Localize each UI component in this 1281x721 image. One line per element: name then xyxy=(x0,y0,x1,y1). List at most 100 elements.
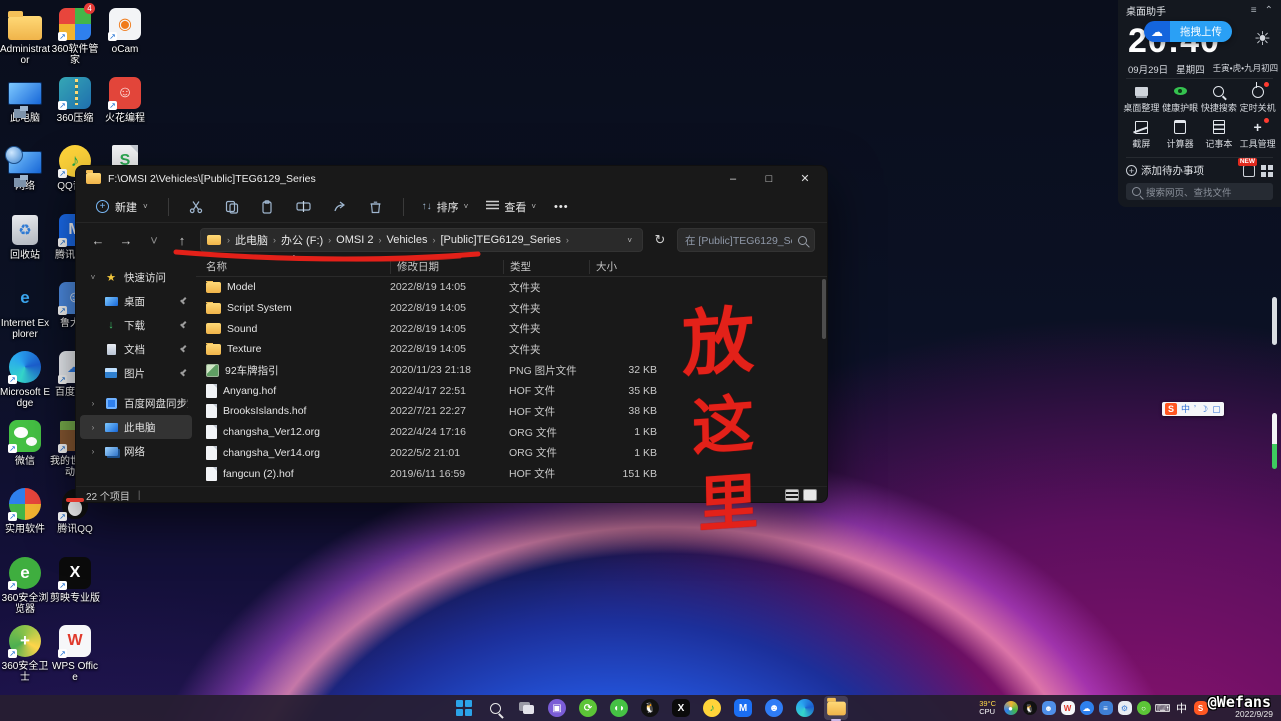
share-button[interactable] xyxy=(325,195,355,219)
column-header-size[interactable]: 大小 xyxy=(589,260,651,274)
assistant-tool-notepad[interactable]: 记事本 xyxy=(1200,120,1239,150)
sort-button[interactable]: ↑↓ 排序 ˅ xyxy=(416,195,475,219)
rename-button[interactable] xyxy=(289,195,319,219)
search-input[interactable]: 在 [Public]TEG6129_Serie... xyxy=(677,228,815,252)
desktop-icon-360-browser[interactable]: e↗360安全浏览器 xyxy=(0,555,50,615)
tray-baidu-cloud[interactable]: ☁ xyxy=(1079,701,1094,716)
ime-mode-icon[interactable]: ʼ xyxy=(1194,403,1196,415)
edge-slider[interactable] xyxy=(1272,297,1277,345)
taskbar-tencent-meeting[interactable]: M xyxy=(731,696,755,720)
drag-upload-button[interactable]: ☁ 拖拽上传 xyxy=(1144,21,1232,42)
assistant-search-input[interactable]: 搜索网页、查找文件 xyxy=(1126,183,1273,200)
tray-sleep-face[interactable]: ☻ xyxy=(1041,701,1056,716)
large-icons-view-button[interactable] xyxy=(803,489,817,501)
assistant-tool-eye-care[interactable]: 健康护眼 xyxy=(1161,84,1200,114)
tray-photo-gear[interactable]: ⚙ xyxy=(1117,701,1132,716)
taskbar-meeting-cam[interactable]: ▣ xyxy=(545,696,569,720)
assistant-tool-quick-search[interactable]: 快捷搜索 xyxy=(1200,84,1239,114)
taskbar-qq[interactable]: 🐧 xyxy=(638,696,662,720)
desktop-icon-recycle-bin[interactable]: ♻回收站 xyxy=(0,212,50,261)
file-row[interactable]: fangcun (2).hof2019/6/11 16:59HOF 文件151 … xyxy=(196,463,827,484)
tray-sphere[interactable]: ● xyxy=(1003,701,1018,716)
collapse-icon[interactable]: ⌃ xyxy=(1265,5,1273,16)
assistant-tool-tool-manage[interactable]: +工具管理 xyxy=(1238,120,1277,150)
chevron-right-icon[interactable]: › xyxy=(88,423,98,432)
desktop-icon-microsoft-edge[interactable]: ↗Microsoft Edge xyxy=(0,349,50,409)
tray-sogou-tray[interactable]: S xyxy=(1193,701,1208,716)
desktop-icon-this-pc[interactable]: 此电脑 xyxy=(0,75,50,124)
nav-item-documents[interactable]: 文档 xyxy=(80,337,192,361)
assistant-tool-calculator[interactable]: 计算器 xyxy=(1161,120,1200,150)
cut-button[interactable] xyxy=(181,195,211,219)
desktop-icon-useful-soft[interactable]: ↗实用软件 xyxy=(0,486,50,535)
tray-docs[interactable]: ≡ xyxy=(1098,701,1113,716)
cpu-temp-widget[interactable]: 39°C CPU xyxy=(979,700,996,716)
nav-item-this-pc[interactable]: ›此电脑 xyxy=(80,415,192,439)
taskbar-start[interactable] xyxy=(452,696,476,720)
close-button[interactable]: ✕ xyxy=(787,168,823,190)
nav-item-baidu-sync[interactable]: ›百度网盘同步空间 xyxy=(80,391,192,415)
tray-touch-keyboard[interactable]: ⌨ xyxy=(1155,701,1170,716)
ime-mode-icon[interactable]: ▢ xyxy=(1212,403,1221,415)
file-row[interactable]: BrooksIslands.hof2022/7/21 22:27HOF 文件38… xyxy=(196,401,827,422)
menu-icon[interactable]: ≡ xyxy=(1251,5,1257,16)
desktop-icon-360-safe[interactable]: +↗360安全卫士 xyxy=(0,623,50,683)
desktop-icon-administrator[interactable]: Administrator xyxy=(0,6,50,66)
nav-item-desktop[interactable]: 桌面 xyxy=(80,289,192,313)
delete-button[interactable] xyxy=(361,195,391,219)
desktop-icon-internet-explorer[interactable]: eInternet Explorer xyxy=(0,280,50,340)
column-header-date[interactable]: 修改日期 xyxy=(390,260,503,274)
refresh-button[interactable]: ↻ xyxy=(651,232,669,248)
breadcrumb-item[interactable]: 此电脑 xyxy=(231,230,272,250)
details-view-button[interactable] xyxy=(785,489,799,501)
column-header-type[interactable]: 类型 xyxy=(503,260,589,274)
desktop-icon-360-manager[interactable]: ↗4360软件管家 xyxy=(50,6,100,66)
file-row[interactable]: changsha_Ver14.org2022/5/2 21:01ORG 文件1 … xyxy=(196,443,827,464)
minimize-button[interactable]: – xyxy=(715,168,751,190)
desktop-icon-wps-office[interactable]: W↗WPS Office xyxy=(50,623,100,683)
desktop-icon-wechat[interactable]: ↗微信 xyxy=(0,418,50,467)
taskbar-explorer[interactable] xyxy=(824,696,848,720)
title-bar[interactable]: F:\OMSI 2\Vehicles\[Public]TEG6129_Serie… xyxy=(76,166,827,191)
tray-wps-tray[interactable]: W xyxy=(1060,701,1075,716)
breadcrumb-item[interactable]: Vehicles xyxy=(382,232,431,248)
taskbar-capcut[interactable]: X xyxy=(669,696,693,720)
file-row[interactable]: Model2022/8/19 14:05文件夹 xyxy=(196,277,827,298)
taskbar-edge[interactable] xyxy=(793,696,817,720)
tray-360-tray[interactable]: ○ xyxy=(1136,701,1151,716)
desktop-icon-network[interactable]: 网络 xyxy=(0,143,50,192)
file-row[interactable]: Sound2022/8/19 14:05文件夹 xyxy=(196,318,827,339)
view-button[interactable]: 查看 ˅ xyxy=(480,195,542,219)
panel-grid-icon[interactable] xyxy=(1261,165,1273,177)
assistant-tool-screenshot[interactable]: 截屏 xyxy=(1122,120,1161,150)
more-button[interactable]: ••• xyxy=(548,197,575,217)
weather-sun-icon[interactable]: ☀ xyxy=(1254,28,1271,51)
desktop-icon-360-zip[interactable]: ↗360压缩 xyxy=(50,75,100,124)
desktop-icon-capcut[interactable]: X↗剪映专业版 xyxy=(50,555,100,604)
ime-mode-icon[interactable]: 中 xyxy=(1181,403,1190,415)
tray-qq-tray[interactable]: 🐧 xyxy=(1022,701,1037,716)
file-row[interactable]: Anyang.hof2022/4/17 22:51HOF 文件35 KB xyxy=(196,380,827,401)
ime-mode-icon[interactable]: ☽ xyxy=(1200,403,1208,415)
ime-toolbar[interactable]: S 中ʼ☽▢ xyxy=(1162,402,1224,416)
tray-ime-zh[interactable]: 中 xyxy=(1174,701,1189,716)
back-button[interactable]: ← xyxy=(88,233,108,248)
chevron-right-icon[interactable]: › xyxy=(88,399,98,408)
taskbar-360-safe[interactable]: ⟳ xyxy=(576,696,600,720)
recent-locations-button[interactable]: ˅ xyxy=(144,233,164,248)
taskbar-search[interactable] xyxy=(483,696,507,720)
file-row[interactable]: Script System2022/8/19 14:05文件夹 xyxy=(196,298,827,319)
todo-note-icon[interactable]: NEW xyxy=(1243,165,1255,177)
taskbar-task-view[interactable] xyxy=(514,696,538,720)
breadcrumb[interactable]: ›此电脑›办公 (F:)›OMSI 2›Vehicles›[Public]TEG… xyxy=(200,228,643,252)
nav-item-network[interactable]: ›网络 xyxy=(80,439,192,463)
assistant-tool-desktop-organize[interactable]: 桌面整理 xyxy=(1122,84,1161,114)
taskbar-wechat[interactable]: ◖◗ xyxy=(607,696,631,720)
assistant-tool-timed-shutdown[interactable]: 定时关机 xyxy=(1238,84,1277,114)
file-row[interactable]: Texture2022/8/19 14:05文件夹 xyxy=(196,339,827,360)
chevron-right-icon[interactable]: › xyxy=(88,447,98,456)
taskbar-qq-music[interactable]: ♪ xyxy=(700,696,724,720)
breadcrumb-item[interactable]: OMSI 2 xyxy=(332,232,377,248)
breadcrumb-item[interactable]: 办公 (F:) xyxy=(277,230,327,250)
copy-button[interactable] xyxy=(217,195,247,219)
